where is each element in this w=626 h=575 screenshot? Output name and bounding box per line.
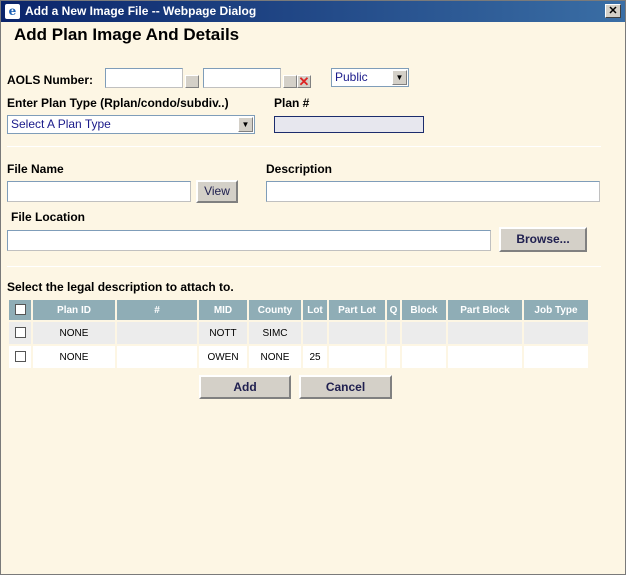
column-header: Job Type (524, 300, 588, 320)
page-title: Add Plan Image And Details (14, 25, 240, 44)
table-cell: NONE (33, 322, 115, 344)
table-cell (402, 346, 446, 368)
aols-label: AOLS Number: (7, 73, 94, 87)
cancel-button[interactable]: Cancel (299, 375, 392, 399)
table-cell: 25 (303, 346, 327, 368)
table-cell (524, 346, 588, 368)
row-select-cell (9, 322, 31, 344)
dialog-window: e Add a New Image File -- Webpage Dialog… (0, 0, 626, 575)
aols-lookup-button-2[interactable] (283, 75, 297, 88)
plan-type-select-value: Select A Plan Type (11, 117, 111, 131)
select-all-checkbox[interactable] (14, 304, 26, 316)
title-bar: e Add a New Image File -- Webpage Dialog… (1, 1, 625, 22)
column-header: Q (387, 300, 400, 320)
table-header-row: Plan ID # MID County Lot Part Lot Q Bloc… (9, 300, 588, 320)
column-header: Block (402, 300, 446, 320)
aols-field-2[interactable] (203, 68, 281, 88)
aols-field-1[interactable] (105, 68, 183, 88)
view-button[interactable]: View (196, 180, 238, 203)
table-cell (387, 346, 400, 368)
column-header: Plan ID (33, 300, 115, 320)
table-cell (448, 346, 522, 368)
table-cell (448, 322, 522, 344)
table-cell (117, 322, 197, 344)
clear-icon[interactable]: ✕ (297, 75, 311, 88)
column-header: MID (199, 300, 247, 320)
column-header: # (117, 300, 197, 320)
column-header: Part Block (448, 300, 522, 320)
visibility-select[interactable]: Public ▼ (331, 68, 409, 87)
divider (7, 146, 601, 147)
plan-type-label: Enter Plan Type (Rplan/condo/subdiv..) (7, 96, 229, 110)
file-location-input[interactable] (7, 230, 491, 251)
row-select-cell (9, 346, 31, 368)
add-button[interactable]: Add (199, 375, 291, 399)
legal-description-prompt: Select the legal description to attach t… (7, 280, 234, 294)
row-checkbox[interactable] (14, 327, 26, 339)
description-label: Description (266, 162, 333, 176)
table-row[interactable]: NONE OWEN NONE 25 (9, 346, 588, 368)
file-name-input[interactable] (7, 181, 191, 202)
table-cell (524, 322, 588, 344)
description-input[interactable] (266, 181, 600, 202)
table-cell (329, 346, 385, 368)
divider (7, 266, 601, 267)
table-cell: OWEN (199, 346, 247, 368)
visibility-select-value: Public (335, 70, 368, 84)
file-location-label: File Location (11, 210, 86, 224)
table-row[interactable]: NONE NOTT SIMC (9, 322, 588, 344)
table-cell: NONE (33, 346, 115, 368)
window-title: Add a New Image File -- Webpage Dialog (25, 4, 257, 18)
table-cell (387, 322, 400, 344)
dialog-content: Add Plan Image And Details AOLS Number: … (1, 22, 625, 574)
chevron-down-icon: ▼ (392, 70, 407, 85)
select-all-header (9, 300, 31, 320)
ie-icon: e (5, 4, 20, 19)
table-cell: NOTT (199, 322, 247, 344)
table-cell (303, 322, 327, 344)
table-cell: NONE (249, 346, 301, 368)
plan-type-select[interactable]: Select A Plan Type ▼ (7, 115, 255, 134)
plan-number-field (274, 116, 424, 133)
browse-button[interactable]: Browse... (499, 227, 587, 252)
column-header: Lot (303, 300, 327, 320)
table-cell: SIMC (249, 322, 301, 344)
table-cell (329, 322, 385, 344)
legal-description-table: Plan ID # MID County Lot Part Lot Q Bloc… (7, 298, 590, 370)
file-name-label: File Name (7, 162, 64, 176)
aols-lookup-button-1[interactable] (185, 75, 199, 88)
row-checkbox[interactable] (14, 351, 26, 363)
table-cell (117, 346, 197, 368)
chevron-down-icon: ▼ (238, 117, 253, 132)
column-header: Part Lot (329, 300, 385, 320)
table-cell (402, 322, 446, 344)
plan-number-label: Plan # (274, 96, 310, 110)
column-header: County (249, 300, 301, 320)
close-button[interactable]: ✕ (605, 4, 621, 18)
